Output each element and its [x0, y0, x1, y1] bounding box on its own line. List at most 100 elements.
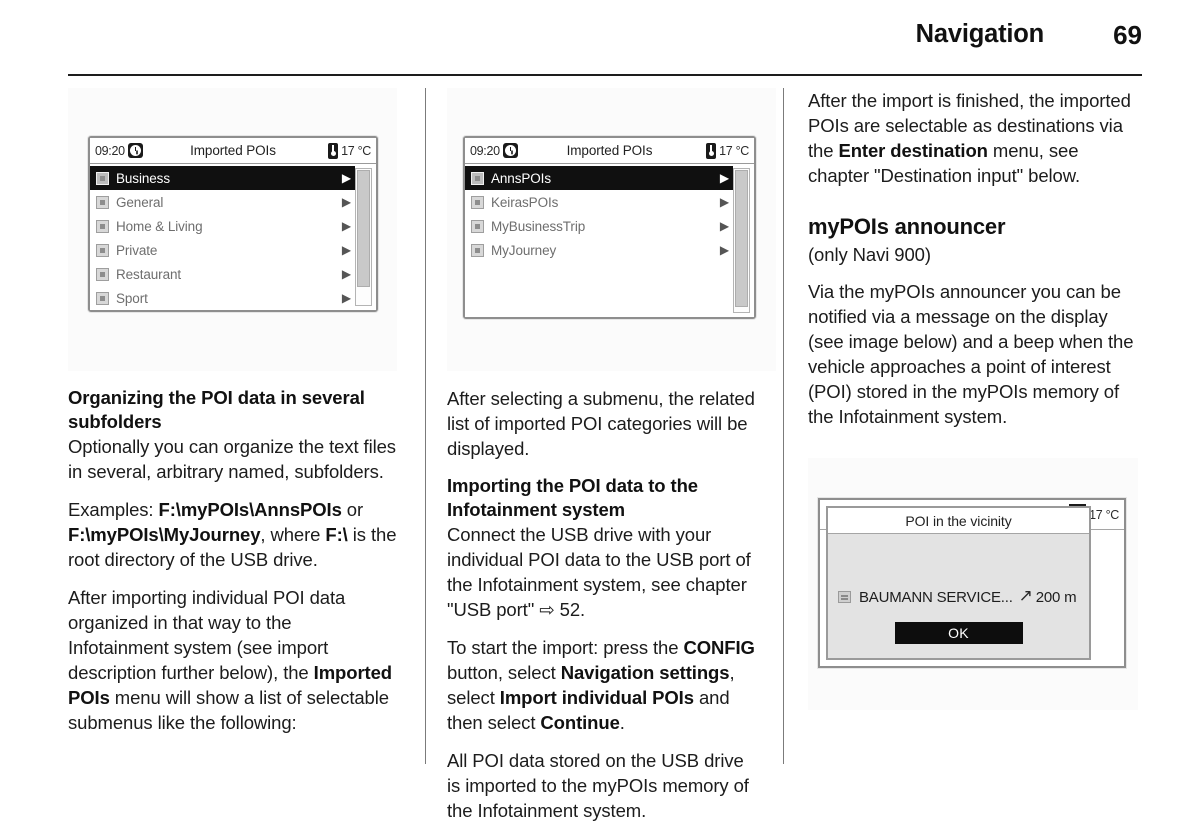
- after-importing-prefix: After importing individual POI data orga…: [68, 587, 346, 683]
- paragraph-after-import-finished: After the import is finished, the import…: [808, 88, 1142, 188]
- poi-distance: 200 m: [1035, 588, 1077, 606]
- examples-prefix: Examples:: [68, 499, 159, 520]
- scrollbar-thumb[interactable]: [357, 170, 370, 287]
- list-item-label: Sport: [116, 290, 148, 306]
- section-heading-importing: Importing the POI data to the Infotainme…: [447, 475, 698, 520]
- column-divider-1: [425, 88, 426, 764]
- scrollbar-thumb[interactable]: [735, 170, 748, 308]
- thermometer-icon: [328, 142, 339, 159]
- list-item-label: Business: [116, 170, 170, 186]
- poi-vicinity-popup: POI in the vicinity BAUMANN SERVICE... ↗…: [826, 506, 1091, 660]
- list-item-label: General: [116, 194, 164, 210]
- status-time: 09:20: [95, 143, 125, 158]
- example-root-path: F:\: [325, 524, 348, 545]
- folder-icon: [471, 219, 484, 233]
- poi-list-icon: [838, 591, 851, 603]
- chapter-title: Navigation: [915, 20, 1045, 48]
- paragraph-examples: Examples: F:\myPOIs\AnnsPOIs or F:\myPOI…: [68, 497, 397, 572]
- list-item-label: Private: [116, 242, 158, 258]
- list-item-label: AnnsPOIs: [491, 170, 551, 186]
- list-item-label: MyJourney: [491, 242, 557, 258]
- menu-name-navigation-settings: Navigation settings: [560, 662, 730, 683]
- ok-button[interactable]: OK: [894, 622, 1023, 644]
- status-temperature: 17 °C: [1089, 507, 1119, 522]
- folder-icon: [96, 195, 109, 209]
- list-scrollbar[interactable]: [355, 168, 372, 306]
- chevron-right-icon: ▶: [719, 195, 729, 209]
- page-number: 69: [1113, 20, 1142, 50]
- cross-reference-icon: ⇨: [539, 599, 555, 620]
- page-header: Navigation 69: [68, 20, 1142, 66]
- paragraph-organizing-intro: Optionally you can organize the text fil…: [68, 436, 396, 482]
- column-3: After the import is finished, the import…: [783, 88, 1142, 764]
- list-item[interactable]: Restaurant ▶: [90, 262, 355, 286]
- after-importing-suffix: menu will show a list of selectable subm…: [68, 687, 389, 733]
- chevron-right-icon: ▶: [341, 171, 351, 185]
- status-time: 09:20: [470, 143, 500, 158]
- direction-arrow-icon: ↗: [1018, 586, 1033, 605]
- folder-icon: [96, 291, 109, 305]
- examples-conjunction: or: [341, 499, 364, 520]
- section-heading-mypois-announcer: myPOIs announcer: [808, 214, 1006, 239]
- section-heading-organizing: Organizing the POI data in several subfo…: [68, 387, 365, 432]
- paragraph-all-poi-data: All POI data stored on the USB drive is …: [447, 750, 749, 821]
- display-list-area: Business ▶ General ▶ Home & Living ▶ Pri…: [90, 164, 376, 310]
- status-right-group: 17 °C: [328, 142, 371, 159]
- header-rule: [68, 74, 1142, 76]
- chevron-right-icon: ▶: [719, 171, 729, 185]
- example-path-1: F:\myPOIs\AnnsPOIs: [158, 499, 342, 520]
- paragraph-after-selecting: After selecting a submenu, the related l…: [447, 388, 755, 459]
- infotainment-display-announcer: 17 °C POI in the vicinity BAUMANN SERVIC…: [818, 498, 1126, 668]
- poi-category-list: Business ▶ General ▶ Home & Living ▶ Pri…: [90, 164, 355, 310]
- popup-body: BAUMANN SERVICE... ↗ 200 m OK: [828, 535, 1089, 658]
- display-status-bar: 09:20 Imported POIs 17 °C: [90, 138, 376, 164]
- column-2: 09:20 Imported POIs 17 °C AnnsPOIs ▶ Kei…: [425, 88, 783, 821]
- figure-poi-announcer: 17 °C POI in the vicinity BAUMANN SERVIC…: [808, 458, 1138, 710]
- chevron-right-icon: ▶: [719, 243, 729, 257]
- menu-name-enter-destination: Enter destination: [838, 140, 988, 161]
- thermometer-icon: [706, 142, 717, 159]
- chevron-right-icon: ▶: [341, 291, 351, 305]
- folder-icon: [96, 219, 109, 233]
- display-status-bar: 09:20 Imported POIs 17 °C: [465, 138, 754, 164]
- list-scrollbar[interactable]: [733, 168, 750, 313]
- cross-reference-page: 52.: [554, 599, 586, 620]
- folder-icon: [96, 171, 109, 185]
- list-item-label: MyBusinessTrip: [491, 218, 586, 234]
- folder-icon: [471, 243, 484, 257]
- list-item[interactable]: KeirasPOIs ▶: [465, 190, 733, 214]
- examples-where: , where: [260, 524, 326, 545]
- list-item[interactable]: AnnsPOIs ▶: [465, 166, 733, 190]
- infotainment-display-submenus: 09:20 Imported POIs 17 °C AnnsPOIs ▶ Kei…: [463, 136, 756, 319]
- list-item[interactable]: Private ▶: [90, 238, 355, 262]
- start-import-suffix: .: [619, 712, 625, 733]
- chevron-right-icon: ▶: [341, 267, 351, 281]
- list-item[interactable]: Business ▶: [90, 166, 355, 190]
- poi-name: BAUMANN SERVICE...: [859, 588, 1013, 606]
- list-item[interactable]: MyJourney ▶: [465, 238, 733, 262]
- infotainment-display-categories: 09:20 Imported POIs 17 °C Business ▶ Gen…: [88, 136, 378, 312]
- connect-usb-text: Connect the USB drive with your individu…: [447, 524, 751, 620]
- list-item[interactable]: MyBusinessTrip ▶: [465, 214, 733, 238]
- folder-icon: [471, 195, 484, 209]
- chevron-right-icon: ▶: [719, 219, 729, 233]
- paragraph-announcer-description: Via the myPOIs announcer you can be noti…: [808, 281, 1134, 427]
- list-item[interactable]: Sport ▶: [90, 286, 355, 310]
- example-path-2: F:\myPOIs\MyJourney: [68, 524, 261, 545]
- status-temperature: 17 °C: [719, 143, 749, 158]
- display-list-area: AnnsPOIs ▶ KeirasPOIs ▶ MyBusinessTrip ▶: [465, 164, 754, 317]
- popup-title: POI in the vicinity: [828, 508, 1089, 534]
- list-item[interactable]: Home & Living ▶: [90, 214, 355, 238]
- figure-imported-pois-categories: 09:20 Imported POIs 17 °C Business ▶ Gen…: [68, 88, 397, 371]
- menu-name-continue: Continue: [540, 712, 620, 733]
- folder-icon: [471, 171, 484, 185]
- poi-entry: BAUMANN SERVICE... ↗ 200 m: [838, 586, 1081, 607]
- paragraph-start-import: To start the import: press the CONFIG bu…: [447, 635, 758, 735]
- list-item[interactable]: General ▶: [90, 190, 355, 214]
- poi-submenu-list: AnnsPOIs ▶ KeirasPOIs ▶ MyBusinessTrip ▶: [465, 164, 733, 317]
- clock-icon: [502, 143, 518, 158]
- chevron-right-icon: ▶: [341, 219, 351, 233]
